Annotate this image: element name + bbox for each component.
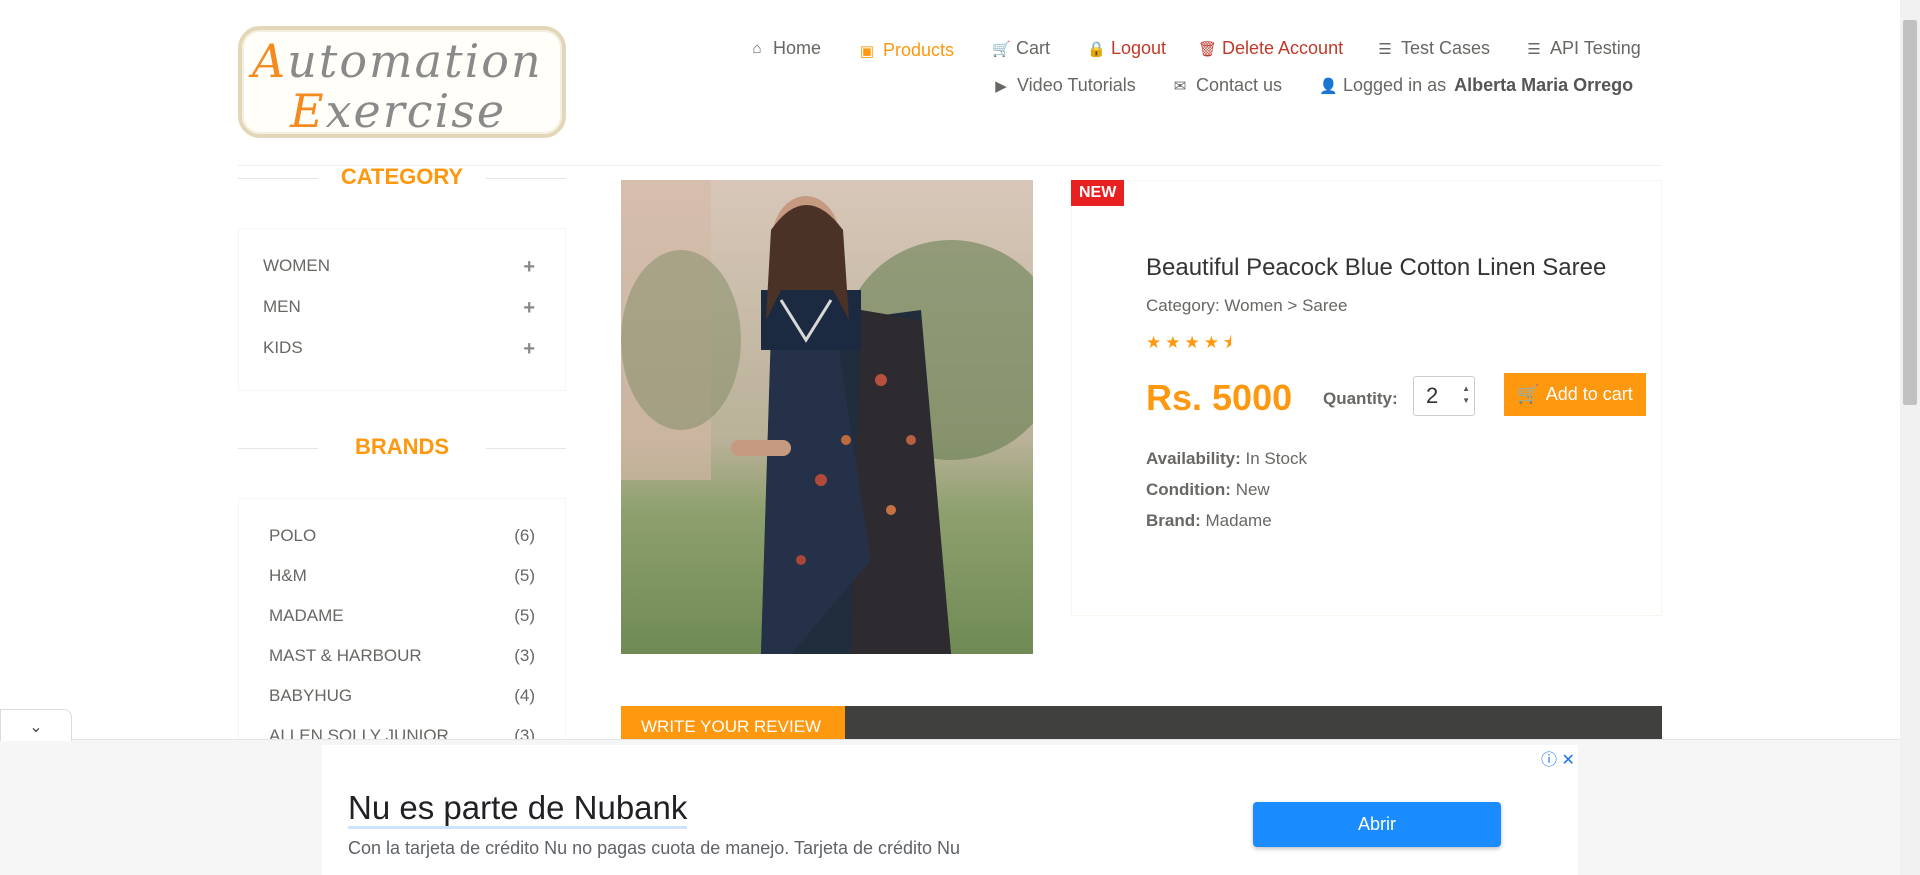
ad-open-button[interactable]: Abrir: [1253, 802, 1501, 847]
brand-item-hm[interactable]: H&M (5): [269, 566, 535, 586]
briefcase-icon: ▣: [859, 42, 875, 60]
youtube-play-icon: ▶: [995, 77, 1007, 95]
lock-icon: 🔒: [1087, 40, 1106, 58]
product-name: Beautiful Peacock Blue Cotton Linen Sare…: [1146, 254, 1607, 281]
nav-home[interactable]: ⌂ Home: [749, 38, 821, 59]
brand-item-polo[interactable]: POLO (6): [269, 526, 535, 546]
home-icon: ⌂: [752, 40, 762, 57]
star-half-icon: ⯨: [1223, 333, 1237, 352]
new-badge: NEW: [1071, 180, 1125, 206]
chevron-down-icon[interactable]: ⌄: [0, 709, 72, 741]
add-to-cart-button[interactable]: 🛒 Add to cart: [1504, 373, 1646, 416]
logo-line-2: Exercise: [290, 84, 507, 138]
cart-icon: 🛒: [1517, 384, 1540, 404]
category-item-kids[interactable]: KIDS +: [263, 338, 535, 361]
nav-api-testing[interactable]: ☰ API Testing: [1526, 38, 1640, 59]
condition: Condition: New: [1146, 480, 1270, 499]
user-icon: 👤: [1319, 77, 1338, 95]
nav-contact-us[interactable]: ✉ Contact us: [1172, 75, 1282, 96]
brand: Brand: Madame: [1146, 511, 1272, 530]
star-icon: ★: [1165, 333, 1185, 352]
plus-icon: +: [523, 256, 535, 278]
product-price: Rs. 5000: [1146, 377, 1293, 418]
list-icon: ☰: [1527, 40, 1541, 58]
quantity-spinner[interactable]: ▲ ▼: [1462, 383, 1470, 407]
brands-title: BRANDS: [238, 434, 566, 460]
brands-panel: POLO (6) H&M (5) MADAME (5) MAST & HARBOUR(…: [238, 498, 566, 758]
product-category: Category: Women > Saree: [1146, 296, 1348, 315]
star-icon: ★: [1146, 333, 1166, 352]
quantity-label: Quantity:: [1323, 389, 1398, 408]
rating-stars: ★★★★⯨: [1146, 330, 1236, 359]
star-icon: ★: [1203, 333, 1223, 352]
nav-products[interactable]: ▣ Products: [859, 40, 954, 61]
list-icon: ☰: [1378, 40, 1392, 58]
nav-cart[interactable]: 🛒 Cart: [992, 38, 1050, 59]
brand-item-mast-harbour[interactable]: MAST & HARBOUR (3): [269, 646, 535, 666]
category-item-men[interactable]: MEN +: [263, 297, 535, 320]
product-image: [621, 180, 1033, 654]
logged-in-username: Alberta Maria Orrego: [1454, 75, 1634, 95]
info-icon[interactable]: ⓘ: [1541, 752, 1557, 769]
quantity-input[interactable]: 2 ▲ ▼: [1413, 376, 1475, 416]
brand-item-madame[interactable]: MADAME (5): [269, 606, 535, 626]
scrollbar-thumb[interactable]: [1903, 20, 1917, 405]
nav-delete-account[interactable]: 🗑 Delete Account: [1198, 38, 1343, 59]
nav-logged-in: 👤 Logged in as Alberta Maria Orrego: [1319, 75, 1634, 95]
envelope-icon: ✉: [1173, 77, 1187, 95]
availability: Availability: In Stock: [1146, 449, 1307, 468]
category-panel: WOMEN + MEN + KIDS +: [238, 228, 566, 391]
plus-icon: +: [523, 338, 535, 360]
category-item-women[interactable]: WOMEN +: [263, 256, 535, 279]
write-review-tab[interactable]: WRITE YOUR REVIEW: [621, 706, 845, 741]
brand-item-babyhug[interactable]: BABYHUG (4): [269, 686, 535, 706]
nav-video-tutorials[interactable]: ▶ Video Tutorials: [993, 75, 1136, 96]
star-icon: ★: [1184, 333, 1204, 352]
plus-icon: +: [523, 297, 535, 319]
trash-icon: 🗑: [1198, 40, 1218, 58]
ad-title[interactable]: Nu es parte de Nubank: [348, 790, 688, 829]
ad-controls: ⓘ ✕: [1541, 746, 1575, 770]
cart-icon: 🛒: [992, 40, 1011, 58]
site-logo[interactable]: Automation Exercise: [238, 26, 566, 138]
ad-text: Con la tarjeta de crédito Nu no pagas cu…: [348, 838, 961, 858]
logo-line-1: Automation: [252, 34, 543, 88]
close-icon[interactable]: ✕: [1561, 752, 1574, 769]
nav-logout[interactable]: 🔒 Logout: [1087, 38, 1166, 59]
category-title: CATEGORY: [238, 164, 566, 190]
nav-test-cases[interactable]: ☰ Test Cases: [1377, 38, 1490, 59]
